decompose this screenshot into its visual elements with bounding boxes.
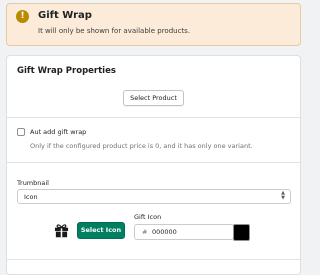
gift-icon-label: Gift Icon xyxy=(134,213,162,221)
divider xyxy=(7,259,300,260)
card-title: Gift Wrap Properties xyxy=(17,66,116,76)
auto-add-label: Aut add gift wrap xyxy=(30,128,87,136)
divider xyxy=(7,117,300,118)
select-product-button[interactable]: Select Product xyxy=(123,90,184,106)
hash-prefix: # xyxy=(142,228,148,236)
color-value: 000000 xyxy=(152,228,177,236)
banner-text: It will only be shown for available prod… xyxy=(38,27,191,35)
select-arrows-icon: ▲ ▼ xyxy=(281,190,285,201)
color-swatch[interactable] xyxy=(233,224,250,241)
select-icon-button[interactable]: Select Icon xyxy=(77,222,125,239)
auto-add-help-text: Only if the configured product price is … xyxy=(30,142,253,150)
gift-icon-color-input[interactable]: # 000000 xyxy=(134,224,234,240)
thumbnail-select-value: Icon xyxy=(24,193,38,201)
divider xyxy=(7,162,300,163)
auto-add-checkbox[interactable] xyxy=(17,128,25,136)
thumbnail-label: Trumbnail xyxy=(17,179,49,187)
warning-banner: ! Gift Wrap It will only be shown for av… xyxy=(6,3,301,46)
gift-icon xyxy=(54,224,69,238)
thumbnail-select[interactable]: Icon ▲ ▼ xyxy=(17,189,291,204)
warning-icon: ! xyxy=(16,10,29,23)
banner-title: Gift Wrap xyxy=(38,10,92,21)
gift-wrap-properties-card: Gift Wrap Properties Select Product Aut … xyxy=(6,55,301,275)
